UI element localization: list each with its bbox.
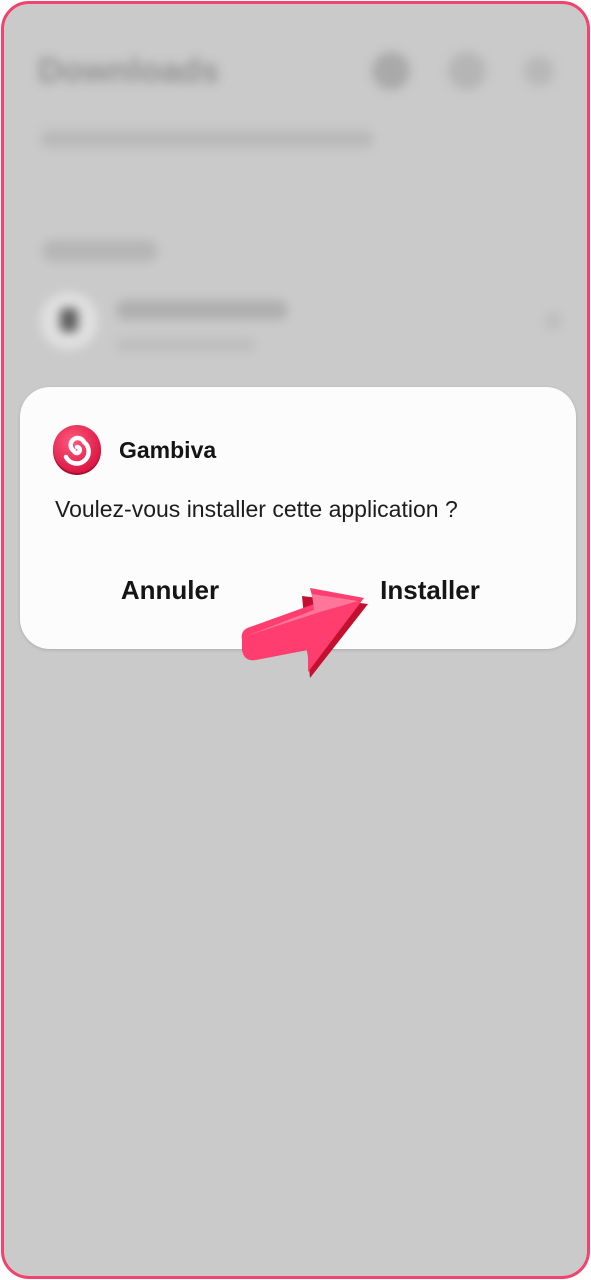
background-file-meta (116, 338, 256, 352)
background-title: Downloads (38, 52, 220, 90)
background-more-icon (524, 56, 554, 86)
install-question: Voulez-vous installer cette application … (55, 496, 458, 522)
background-search-icon (448, 52, 486, 90)
arrow-pointer-icon (241, 588, 368, 678)
phone-frame: Downloads Gambiva Voulez-vous installer … (1, 1, 590, 1279)
background-date-header (42, 240, 158, 262)
background-file-icon (40, 292, 98, 350)
background-settings-icon (372, 52, 410, 90)
app-name: Gambiva (119, 437, 217, 463)
swirl-logo-icon (53, 425, 101, 475)
background-subtitle (40, 130, 374, 148)
background-file-title (116, 300, 288, 320)
background-row-menu-icon (544, 312, 562, 330)
